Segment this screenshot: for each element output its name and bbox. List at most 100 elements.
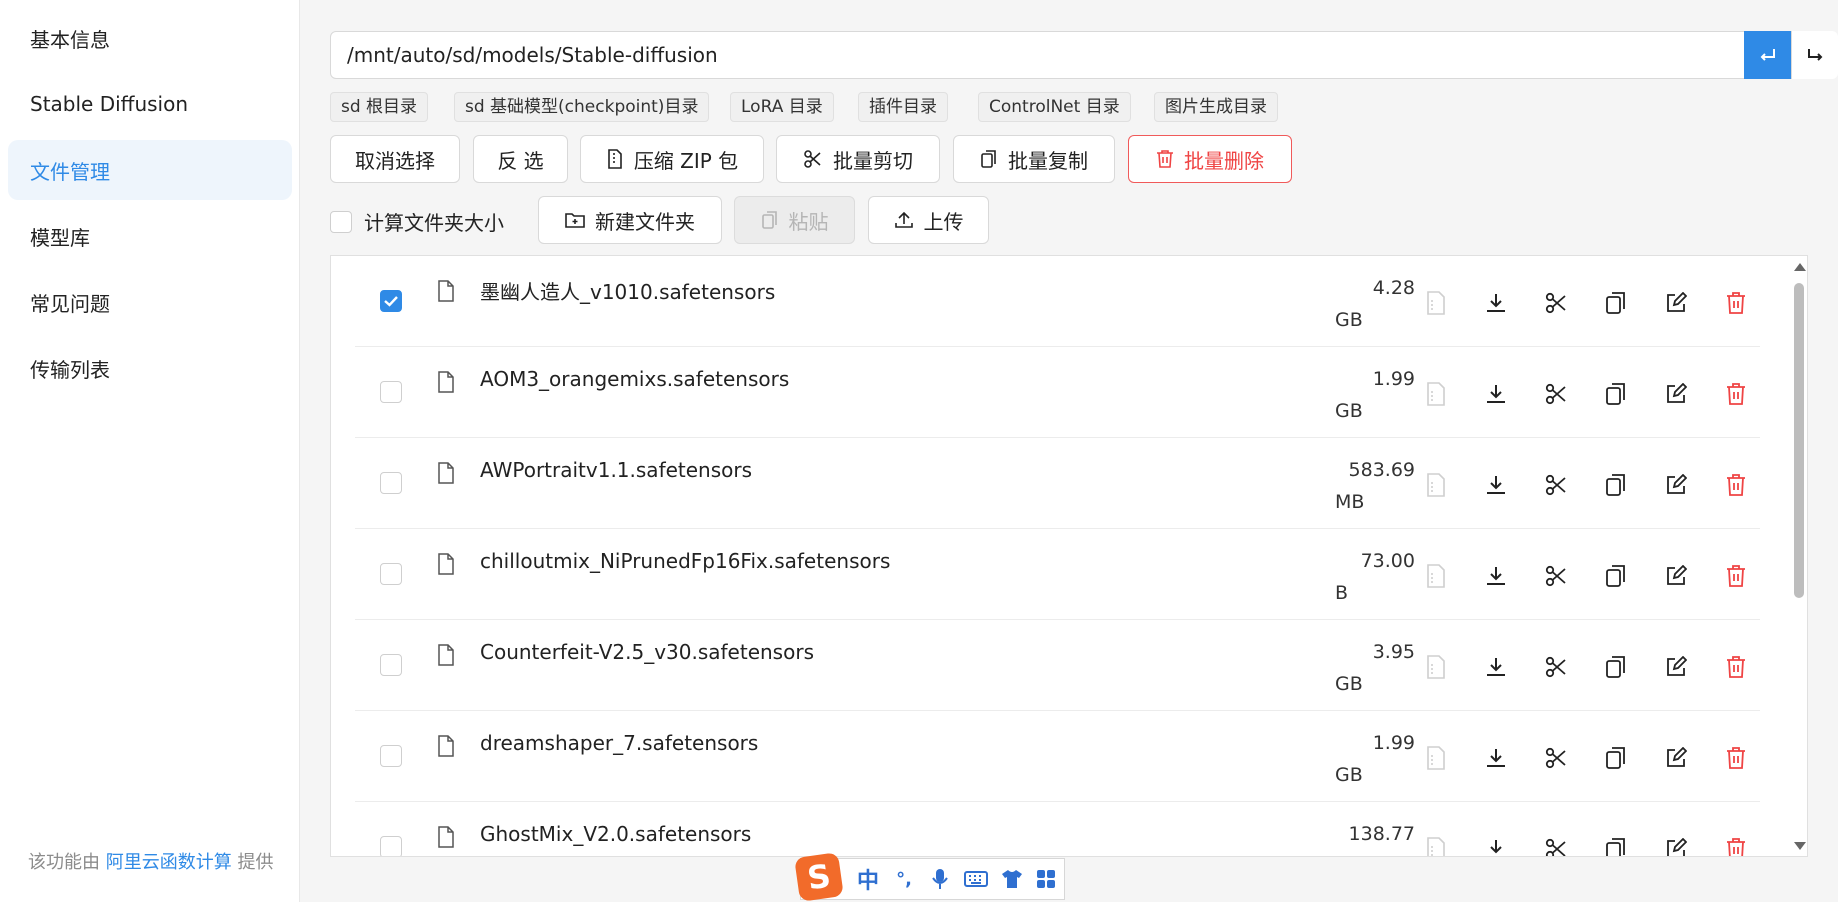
file-row[interactable]: AWPortraitv1.1.safetensors 583.69 MB <box>355 438 1760 529</box>
file-name[interactable]: 墨幽人造人_v1010.safetensors <box>480 276 775 305</box>
file-name[interactable]: Counterfeit-V2.5_v30.safetensors <box>480 640 814 664</box>
sidebar-item-faq[interactable]: 常见问题 <box>8 272 292 332</box>
shortcut-controlnet[interactable]: ControlNet 目录 <box>978 92 1131 122</box>
file-row[interactable]: dreamshaper_7.safetensors 1.99 GB <box>355 711 1760 802</box>
path-value[interactable]: /mnt/auto/sd/models/Stable-diffusion <box>347 32 718 78</box>
file-checkbox[interactable] <box>380 563 402 585</box>
download-icon[interactable] <box>1483 836 1509 856</box>
copy-icon[interactable] <box>1603 563 1629 589</box>
paste-button[interactable]: 粘贴 <box>734 196 855 244</box>
edit-icon[interactable] <box>1663 563 1689 589</box>
download-icon[interactable] <box>1483 745 1509 771</box>
file-checkbox[interactable] <box>380 472 402 494</box>
toolbox-icon[interactable] <box>1033 865 1059 893</box>
enter-path-button[interactable] <box>1744 31 1791 79</box>
delete-icon[interactable] <box>1723 745 1749 771</box>
deselect-button[interactable]: 取消选择 <box>330 135 460 183</box>
sidebar-item-transfer-list[interactable]: 传输列表 <box>8 338 292 398</box>
cut-icon[interactable] <box>1543 836 1569 856</box>
view-file-icon[interactable] <box>1423 290 1449 316</box>
skin-icon[interactable] <box>999 865 1025 893</box>
ime-logo[interactable]: S <box>794 852 844 902</box>
copy-icon[interactable] <box>1603 290 1629 316</box>
download-icon[interactable] <box>1483 472 1509 498</box>
scrollbar[interactable] <box>1791 256 1807 856</box>
upload-button[interactable]: 上传 <box>868 196 989 244</box>
edit-icon[interactable] <box>1663 654 1689 680</box>
return-path-button[interactable] <box>1791 31 1838 79</box>
edit-icon[interactable] <box>1663 745 1689 771</box>
cut-icon[interactable] <box>1543 745 1569 771</box>
shortcut-lora[interactable]: LoRA 目录 <box>730 92 834 122</box>
delete-icon[interactable] <box>1723 290 1749 316</box>
ime-punctuation[interactable]: °, <box>891 865 917 893</box>
file-checkbox[interactable] <box>380 381 402 403</box>
file-name[interactable]: dreamshaper_7.safetensors <box>480 731 758 755</box>
file-name[interactable]: AWPortraitv1.1.safetensors <box>480 458 752 482</box>
file-row[interactable]: chilloutmix_NiPrunedFp16Fix.safetensors 7… <box>355 529 1760 620</box>
shortcut-plugins[interactable]: 插件目录 <box>858 92 948 122</box>
file-checkbox[interactable] <box>380 654 402 676</box>
download-icon[interactable] <box>1483 381 1509 407</box>
shortcut-sd-root[interactable]: sd 根目录 <box>330 92 429 122</box>
edit-icon[interactable] <box>1663 472 1689 498</box>
edit-icon[interactable] <box>1663 836 1689 856</box>
download-icon[interactable] <box>1483 290 1509 316</box>
view-file-icon[interactable] <box>1423 381 1449 407</box>
scroll-up-arrow[interactable] <box>1794 263 1806 271</box>
zip-button[interactable]: 压缩 ZIP 包 <box>580 135 764 183</box>
scroll-down-arrow[interactable] <box>1794 842 1806 850</box>
view-file-icon[interactable] <box>1423 654 1449 680</box>
delete-icon[interactable] <box>1723 472 1749 498</box>
microphone-icon[interactable] <box>927 865 953 893</box>
delete-icon[interactable] <box>1723 563 1749 589</box>
file-name[interactable]: AOM3_orangemixs.safetensors <box>480 367 789 391</box>
file-checkbox[interactable] <box>380 836 402 856</box>
delete-icon[interactable] <box>1723 836 1749 856</box>
view-file-icon[interactable] <box>1423 472 1449 498</box>
file-row[interactable]: Counterfeit-V2.5_v30.safetensors 3.95 GB <box>355 620 1760 711</box>
file-row[interactable]: AOM3_orangemixs.safetensors 1.99 GB <box>355 347 1760 438</box>
scroll-thumb[interactable] <box>1794 283 1804 598</box>
calc-folder-size-toggle[interactable]: 计算文件夹大小 <box>330 207 504 236</box>
file-checkbox[interactable] <box>380 745 402 767</box>
edit-icon[interactable] <box>1663 381 1689 407</box>
view-file-icon[interactable] <box>1423 745 1449 771</box>
edit-icon[interactable] <box>1663 290 1689 316</box>
copy-icon[interactable] <box>1603 745 1629 771</box>
copy-icon[interactable] <box>1603 472 1629 498</box>
cut-icon[interactable] <box>1543 654 1569 680</box>
sidebar-item-file-management[interactable]: 文件管理 <box>8 140 292 200</box>
view-file-icon[interactable] <box>1423 836 1449 856</box>
copy-icon[interactable] <box>1603 381 1629 407</box>
delete-icon[interactable] <box>1723 381 1749 407</box>
view-file-icon[interactable] <box>1423 563 1449 589</box>
batch-cut-button[interactable]: 批量剪切 <box>776 135 940 183</box>
download-icon[interactable] <box>1483 563 1509 589</box>
delete-icon[interactable] <box>1723 654 1749 680</box>
cut-icon[interactable] <box>1543 381 1569 407</box>
download-icon[interactable] <box>1483 654 1509 680</box>
copy-icon[interactable] <box>1603 836 1629 856</box>
invert-selection-button[interactable]: 反 选 <box>473 135 568 183</box>
file-row[interactable]: GhostMix_V2.0.safetensors 138.77 <box>355 802 1760 856</box>
sidebar-item-stable-diffusion[interactable]: Stable Diffusion <box>8 74 292 134</box>
file-name[interactable]: chilloutmix_NiPrunedFp16Fix.safetensors <box>480 549 890 573</box>
new-folder-button[interactable]: 新建文件夹 <box>538 196 722 244</box>
batch-copy-button[interactable]: 批量复制 <box>953 135 1115 183</box>
calc-folder-size-checkbox[interactable] <box>330 210 352 233</box>
shortcut-image-output[interactable]: 图片生成目录 <box>1154 92 1278 122</box>
file-checkbox[interactable] <box>380 290 402 312</box>
keyboard-icon[interactable] <box>963 865 989 893</box>
file-name[interactable]: GhostMix_V2.0.safetensors <box>480 822 751 846</box>
batch-delete-button[interactable]: 批量删除 <box>1128 135 1292 183</box>
path-input[interactable]: /mnt/auto/sd/models/Stable-diffusion <box>330 31 1838 79</box>
cut-icon[interactable] <box>1543 472 1569 498</box>
footer-link[interactable]: 阿里云函数计算 <box>106 852 232 873</box>
file-row[interactable]: 墨幽人造人_v1010.safetensors 4.28 GB <box>355 256 1760 347</box>
ime-mode[interactable]: 中 <box>855 865 881 894</box>
cut-icon[interactable] <box>1543 563 1569 589</box>
sidebar-item-basic-info[interactable]: 基本信息 <box>8 8 292 68</box>
copy-icon[interactable] <box>1603 654 1629 680</box>
sidebar-item-model-library[interactable]: 模型库 <box>8 206 292 266</box>
